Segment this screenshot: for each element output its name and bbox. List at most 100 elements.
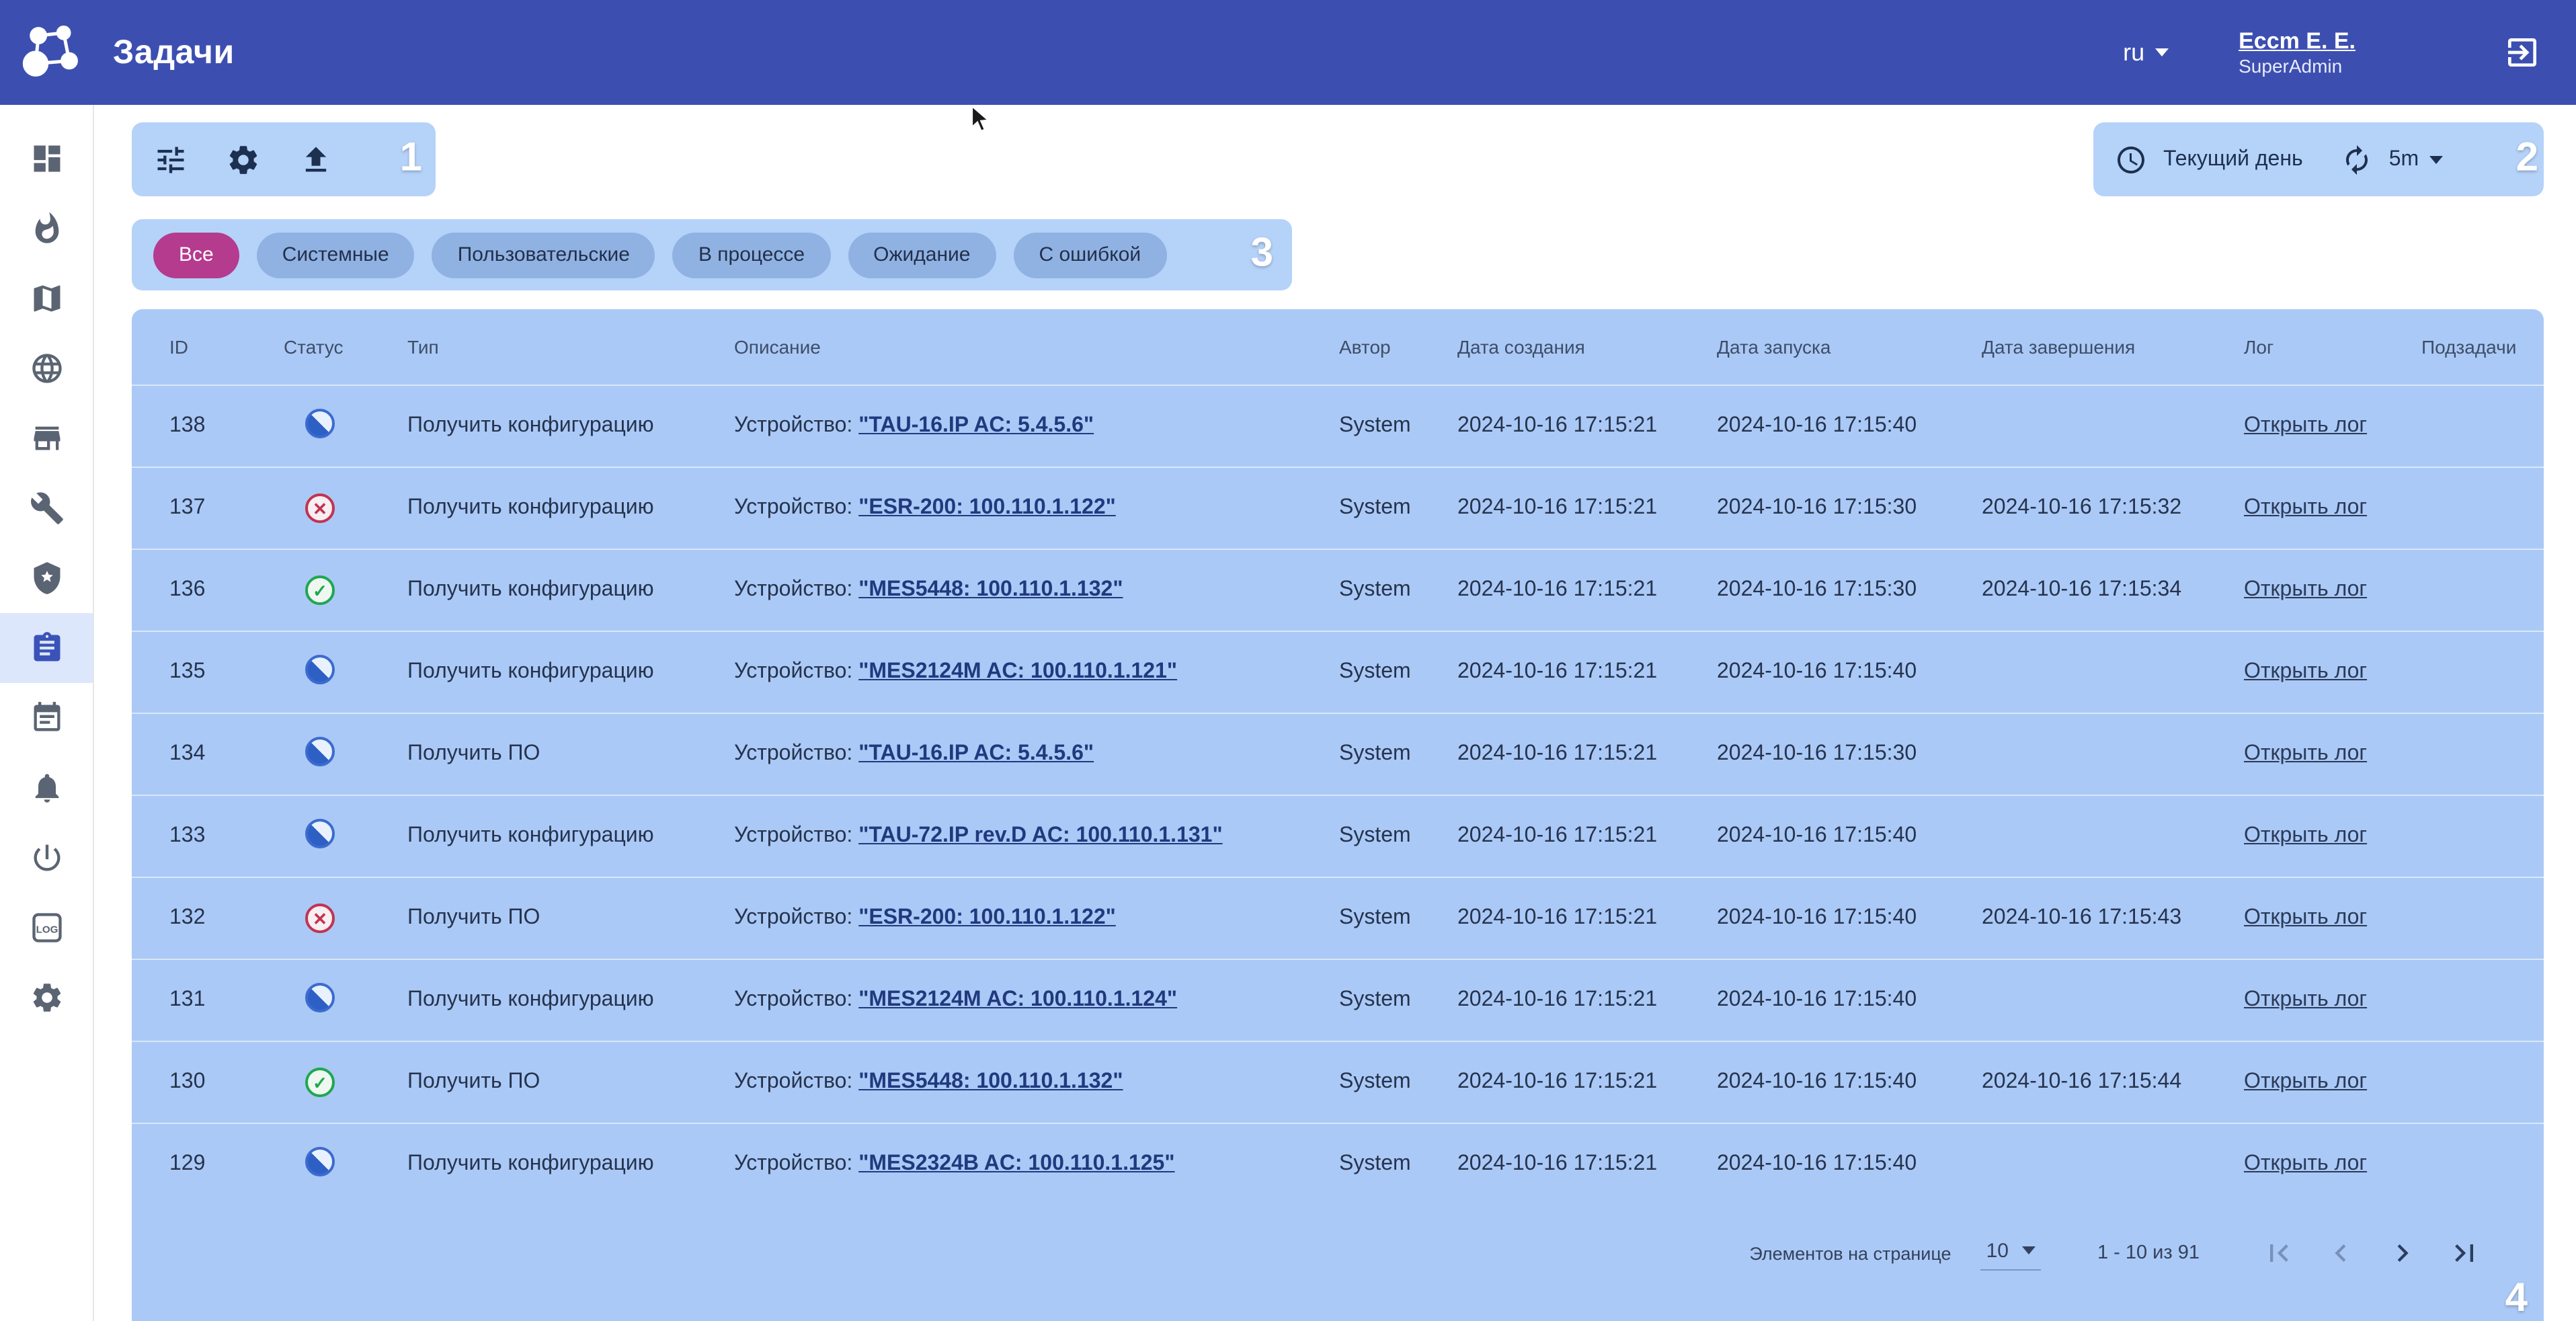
task-type: Получить конфигурацию bbox=[407, 631, 734, 713]
device-link[interactable]: "TAU-16.IP AC: 5.4.5.6" bbox=[858, 414, 1094, 437]
refresh-button[interactable] bbox=[2341, 143, 2373, 175]
sidebar-item-settings[interactable] bbox=[0, 963, 93, 1033]
table-settings-button[interactable] bbox=[226, 142, 261, 177]
upload-button[interactable] bbox=[298, 142, 333, 177]
last-page-icon bbox=[2447, 1236, 2482, 1271]
column-header: Подзадачи bbox=[2421, 309, 2544, 385]
description-prefix: Устройство: bbox=[734, 988, 858, 1011]
device-link[interactable]: "ESR-200: 100.110.1.122" bbox=[858, 906, 1116, 929]
task-status-cell: ✓ bbox=[284, 549, 407, 631]
subtasks-cell bbox=[2421, 1041, 2544, 1123]
device-link[interactable]: "MES5448: 100.110.1.132" bbox=[858, 578, 1123, 601]
subtasks-cell bbox=[2421, 1123, 2544, 1205]
task-id: 135 bbox=[132, 631, 284, 713]
language-selector[interactable]: ru bbox=[2123, 38, 2169, 67]
device-link[interactable]: "MES2124M AC: 100.110.1.121" bbox=[858, 660, 1177, 683]
device-link[interactable]: "TAU-72.IP rev.D AC: 100.110.1.131" bbox=[858, 824, 1222, 847]
user-name-link[interactable]: Eccm E. E. bbox=[2239, 26, 2356, 55]
task-author: System bbox=[1339, 631, 1457, 713]
open-log-link[interactable]: Открыть лог bbox=[2244, 1070, 2367, 1093]
column-header: Статус bbox=[284, 309, 407, 385]
sidebar-item-logs[interactable]: LOG bbox=[0, 893, 93, 963]
task-description: Устройство: "TAU-16.IP AC: 5.4.5.6" bbox=[734, 385, 1339, 467]
open-log-link[interactable]: Открыть лог bbox=[2244, 1152, 2367, 1175]
chevron-left-icon bbox=[2323, 1236, 2358, 1271]
task-log-cell: Открыть лог bbox=[2244, 877, 2421, 959]
task-author: System bbox=[1339, 713, 1457, 795]
task-started-date: 2024-10-16 17:15:40 bbox=[1717, 385, 1982, 467]
sidebar-item-calendar[interactable] bbox=[0, 683, 93, 753]
annotation-marker-3: 3 bbox=[1251, 230, 1273, 276]
filter-chip-4[interactable]: Ожидание bbox=[848, 232, 996, 278]
svg-text:LOG: LOG bbox=[36, 924, 58, 936]
task-description: Устройство: "MES5448: 100.110.1.132" bbox=[734, 549, 1339, 631]
task-started-date: 2024-10-16 17:15:40 bbox=[1717, 1041, 1982, 1123]
user-menu[interactable]: Eccm E. E. SuperAdmin bbox=[2239, 26, 2356, 79]
next-page-button[interactable] bbox=[2385, 1236, 2420, 1271]
task-description: Устройство: "TAU-72.IP rev.D AC: 100.110… bbox=[734, 795, 1339, 877]
open-log-link[interactable]: Открыть лог bbox=[2244, 578, 2367, 601]
task-finished-date bbox=[1982, 385, 2244, 467]
filter-chip-0[interactable]: Все bbox=[153, 232, 239, 278]
device-link[interactable]: "MES2124M AC: 100.110.1.124" bbox=[858, 988, 1177, 1011]
device-link[interactable]: "TAU-16.IP AC: 5.4.5.6" bbox=[858, 742, 1094, 765]
open-log-link[interactable]: Открыть лог bbox=[2244, 824, 2367, 847]
open-log-link[interactable]: Открыть лог bbox=[2244, 742, 2367, 765]
sidebar-item-incidents[interactable] bbox=[0, 194, 93, 264]
task-table-body: 138 Получить конфигурацию Устройство: "T… bbox=[132, 385, 2544, 1205]
task-description: Устройство: "ESR-200: 100.110.1.122" bbox=[734, 877, 1339, 959]
open-log-link[interactable]: Открыть лог bbox=[2244, 496, 2367, 519]
logout-button[interactable] bbox=[2503, 34, 2541, 71]
open-log-link[interactable]: Открыть лог bbox=[2244, 660, 2367, 683]
task-finished-date: 2024-10-16 17:15:43 bbox=[1982, 877, 2244, 959]
annotation-marker-1: 1 bbox=[400, 134, 422, 180]
status-filter-chips: Все Системные Пользовательские В процессе Ож… bbox=[132, 219, 1292, 290]
device-link[interactable]: "MES2324B AC: 100.110.1.125" bbox=[858, 1152, 1174, 1175]
table-row: 133 Получить конфигурацию Устройство: "T… bbox=[132, 795, 2544, 877]
task-created-date: 2024-10-16 17:15:21 bbox=[1457, 713, 1717, 795]
sidebar-item-security[interactable] bbox=[0, 543, 93, 613]
sidebar-item-network[interactable] bbox=[0, 333, 93, 403]
table-row: 131 Получить конфигурацию Устройство: "M… bbox=[132, 959, 2544, 1041]
filter-chip-5[interactable]: С ошибкой bbox=[1014, 232, 1167, 278]
task-status-cell bbox=[284, 713, 407, 795]
task-finished-date: 2024-10-16 17:15:34 bbox=[1982, 549, 2244, 631]
period-label[interactable]: Текущий день bbox=[2163, 147, 2303, 171]
device-link[interactable]: "ESR-200: 100.110.1.122" bbox=[858, 496, 1116, 519]
last-page-button[interactable] bbox=[2447, 1236, 2482, 1271]
task-type: Получить конфигурацию bbox=[407, 385, 734, 467]
task-log-cell: Открыть лог bbox=[2244, 1123, 2421, 1205]
open-log-link[interactable]: Открыть лог bbox=[2244, 906, 2367, 929]
refresh-icon bbox=[2341, 143, 2373, 175]
open-log-link[interactable]: Открыть лог bbox=[2244, 988, 2367, 1011]
open-log-link[interactable]: Открыть лог bbox=[2244, 414, 2367, 437]
gear-icon bbox=[29, 980, 64, 1015]
task-log-cell: Открыть лог bbox=[2244, 385, 2421, 467]
task-log-cell: Открыть лог bbox=[2244, 959, 2421, 1041]
sidebar-item-tasks[interactable] bbox=[0, 613, 93, 683]
task-finished-date bbox=[1982, 631, 2244, 713]
sidebar-item-tools[interactable] bbox=[0, 473, 93, 543]
task-log-cell: Открыть лог bbox=[2244, 795, 2421, 877]
chevron-right-icon bbox=[2385, 1236, 2420, 1271]
sidebar-item-inventory[interactable] bbox=[0, 403, 93, 473]
sidebar-item-map[interactable] bbox=[0, 264, 93, 333]
first-page-button[interactable] bbox=[2261, 1236, 2296, 1271]
items-per-page-select[interactable]: 10 bbox=[1981, 1236, 2041, 1270]
prev-page-button[interactable] bbox=[2323, 1236, 2358, 1271]
sidebar-item-dashboard[interactable] bbox=[0, 124, 93, 194]
sidebar-item-notifications[interactable] bbox=[0, 753, 93, 823]
sidebar-item-uptime[interactable] bbox=[0, 823, 93, 893]
device-link[interactable]: "MES5448: 100.110.1.132" bbox=[858, 1070, 1123, 1093]
filter-chip-3[interactable]: В процессе bbox=[673, 232, 830, 278]
task-created-date: 2024-10-16 17:15:21 bbox=[1457, 1123, 1717, 1205]
annotation-marker-2: 2 bbox=[2516, 134, 2538, 180]
task-status-cell bbox=[284, 959, 407, 1041]
task-type: Получить конфигурацию bbox=[407, 959, 734, 1041]
filter-chip-2[interactable]: Пользовательские bbox=[432, 232, 655, 278]
refresh-interval-select[interactable]: 5m bbox=[2389, 147, 2443, 171]
in-progress-status-icon bbox=[305, 408, 335, 438]
filter-chip-1[interactable]: Системные bbox=[257, 232, 415, 278]
filter-settings-button[interactable] bbox=[153, 142, 188, 177]
logout-icon bbox=[2503, 34, 2541, 71]
